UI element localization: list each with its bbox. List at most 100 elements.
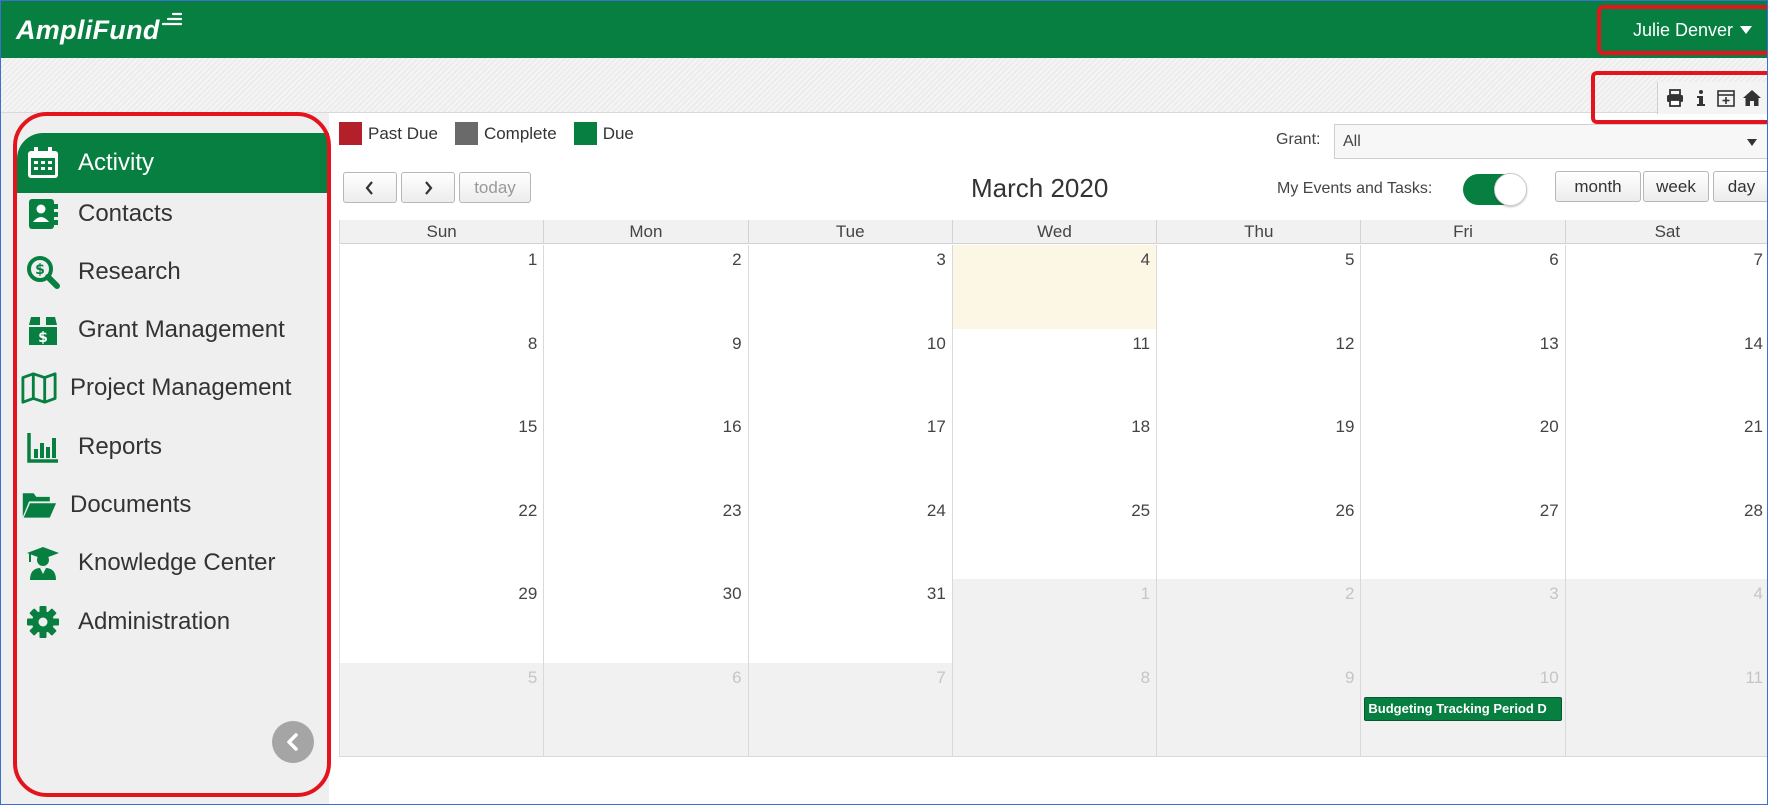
sidebar-item-grant-management[interactable]: $ Grant Management xyxy=(17,300,329,360)
calendar-day-cell[interactable]: 30 xyxy=(543,579,748,673)
status-legend: Past Due Complete Due xyxy=(339,122,651,145)
calendar-day-cell[interactable]: 2 xyxy=(1156,579,1361,673)
calendar-day-cell[interactable]: 25 xyxy=(951,496,1157,590)
day-number: 9 xyxy=(732,334,742,353)
calendar-day-cell[interactable]: 22 xyxy=(339,496,544,590)
calendar-day-cell[interactable]: 2 xyxy=(543,245,748,339)
calendar-day-cell[interactable]: 1 xyxy=(339,245,544,339)
sidebar-item-administration[interactable]: Administration xyxy=(17,592,329,652)
calendar-day-cell[interactable]: 6 xyxy=(543,663,748,757)
day-number: 4 xyxy=(1140,250,1151,269)
day-number: 10 xyxy=(1539,668,1559,687)
sidebar-item-contacts[interactable]: Contacts xyxy=(17,184,329,244)
calendar-day-cell[interactable]: 20 xyxy=(1360,412,1565,506)
calendar-day-cell[interactable]: 19 xyxy=(1156,412,1361,506)
calendar-day-cell[interactable]: 29 xyxy=(339,579,544,673)
calendar-day-cell[interactable]: 1 xyxy=(951,579,1157,673)
weekday-header-cell: Sat xyxy=(1564,220,1767,243)
calendar-day-cell[interactable]: 11 xyxy=(951,329,1157,423)
sidebar-item-label: Project Management xyxy=(70,374,292,401)
calendar-day-cell[interactable]: 21 xyxy=(1564,412,1767,506)
calendar-day-cell[interactable]: 28 xyxy=(1564,496,1767,590)
calendar-day-cell[interactable]: 10 xyxy=(747,329,952,423)
day-number: 8 xyxy=(1140,668,1151,687)
today-button[interactable]: today xyxy=(459,172,531,203)
home-icon[interactable] xyxy=(1742,88,1762,108)
day-view-button[interactable]: day xyxy=(1713,171,1767,202)
calendar-day-cell[interactable]: 14 xyxy=(1564,329,1767,423)
day-number: 10 xyxy=(926,334,946,353)
calendar-day-cell[interactable]: 31 xyxy=(747,579,952,673)
day-number: 22 xyxy=(518,501,538,520)
calendar-day-cell[interactable]: 26 xyxy=(1156,496,1361,590)
day-number: 3 xyxy=(936,250,946,269)
calendar-day-cell[interactable]: 15 xyxy=(339,412,544,506)
calendar-day-cell[interactable]: 9 xyxy=(1156,663,1361,757)
calendar-day-cell[interactable]: 11 xyxy=(1564,663,1767,757)
calendar-day-cell[interactable]: 8 xyxy=(339,329,544,423)
calendar-day-cell[interactable]: 18 xyxy=(951,412,1157,506)
grant-filter-label: Grant: xyxy=(1276,131,1321,148)
day-number: 23 xyxy=(722,501,742,520)
calendar-day-cell[interactable]: 7 xyxy=(1564,245,1767,339)
info-icon[interactable] xyxy=(1691,88,1711,108)
calendar-week-row: 1 2 3 4 5 6 7 xyxy=(339,245,1767,339)
weekday-header: Sun Mon Tue Wed Thu Fri Sat xyxy=(339,220,1767,244)
calendar-event[interactable]: Budgeting Tracking Period D xyxy=(1364,697,1563,721)
sidebar-item-research[interactable]: $ Research xyxy=(17,242,329,302)
sidebar-item-knowledge-center[interactable]: Knowledge Center xyxy=(17,533,329,593)
sidebar-item-project-management[interactable]: Project Management xyxy=(17,358,329,418)
weekday-header-cell: Thu xyxy=(1156,220,1360,243)
calendar-day-cell[interactable]: 16 xyxy=(543,412,748,506)
month-view-button[interactable]: month xyxy=(1555,171,1641,202)
calendar-day-cell[interactable]: 5 xyxy=(1156,245,1361,339)
my-events-toggle[interactable] xyxy=(1463,173,1527,206)
sidebar-item-label: Reports xyxy=(78,433,163,460)
legend-label: Due xyxy=(602,123,634,143)
calendar-day-cell[interactable]: 3 xyxy=(1360,579,1565,673)
calendar-icon xyxy=(25,145,61,181)
prev-month-button[interactable] xyxy=(343,172,397,203)
calendar-grid: Sun Mon Tue Wed Thu Fri Sat 1 2 3 4 5 6 7 8 9 10 11 12 13 1… xyxy=(339,220,1767,804)
next-month-button[interactable] xyxy=(401,172,455,203)
calendar-day-cell[interactable]: 13 xyxy=(1360,329,1565,423)
calendar-day-cell[interactable]: 24 xyxy=(747,496,952,590)
sidebar-item-reports[interactable]: Reports xyxy=(17,417,329,477)
calendar-day-cell[interactable]: 10 Budgeting Tracking Period D xyxy=(1360,663,1565,757)
sub-toolbar xyxy=(1,58,1767,113)
legend-complete: Complete xyxy=(454,122,557,145)
grant-filter-select[interactable]: All xyxy=(1334,124,1767,159)
calendar-week-row: 29 30 31 1 2 3 4 xyxy=(339,579,1767,673)
calendar-day-cell[interactable]: 4 xyxy=(1564,579,1767,673)
chevron-left-icon xyxy=(365,180,373,195)
day-number: 28 xyxy=(1744,501,1763,520)
past-due-swatch xyxy=(339,122,362,145)
day-number: 14 xyxy=(1744,334,1763,353)
day-number: 2 xyxy=(732,250,742,269)
calendar-day-cell[interactable]: 6 xyxy=(1360,245,1565,339)
logo-mark-icon xyxy=(161,12,183,26)
calendar-day-cell[interactable]: 5 xyxy=(339,663,544,757)
day-number: 21 xyxy=(1744,417,1763,436)
calendar-day-cell[interactable]: 12 xyxy=(1156,329,1361,423)
calendar-add-icon[interactable] xyxy=(1716,88,1736,108)
app-logo[interactable]: AmpliFund xyxy=(16,15,160,46)
week-view-button[interactable]: week xyxy=(1643,171,1709,202)
sidebar-item-documents[interactable]: Documents xyxy=(17,475,329,535)
chevron-left-icon xyxy=(287,733,298,751)
user-menu[interactable]: Julie Denver xyxy=(1597,5,1767,55)
dollar-search-icon: $ xyxy=(25,254,61,290)
calendar-week-row: 8 9 10 11 12 13 14 xyxy=(339,329,1767,423)
collapse-sidebar-button[interactable] xyxy=(272,721,314,763)
day-number: 31 xyxy=(926,584,946,603)
calendar-day-cell-today[interactable]: 4 xyxy=(951,245,1157,339)
calendar-day-cell[interactable]: 7 xyxy=(747,663,952,757)
calendar-day-cell[interactable]: 8 xyxy=(951,663,1157,757)
calendar-day-cell[interactable]: 27 xyxy=(1360,496,1565,590)
calendar-day-cell[interactable]: 17 xyxy=(747,412,952,506)
calendar-day-cell[interactable]: 9 xyxy=(543,329,748,423)
calendar-day-cell[interactable]: 3 xyxy=(747,245,952,339)
calendar-day-cell[interactable]: 23 xyxy=(543,496,748,590)
day-number: 18 xyxy=(1131,417,1151,436)
print-icon[interactable] xyxy=(1665,88,1685,108)
